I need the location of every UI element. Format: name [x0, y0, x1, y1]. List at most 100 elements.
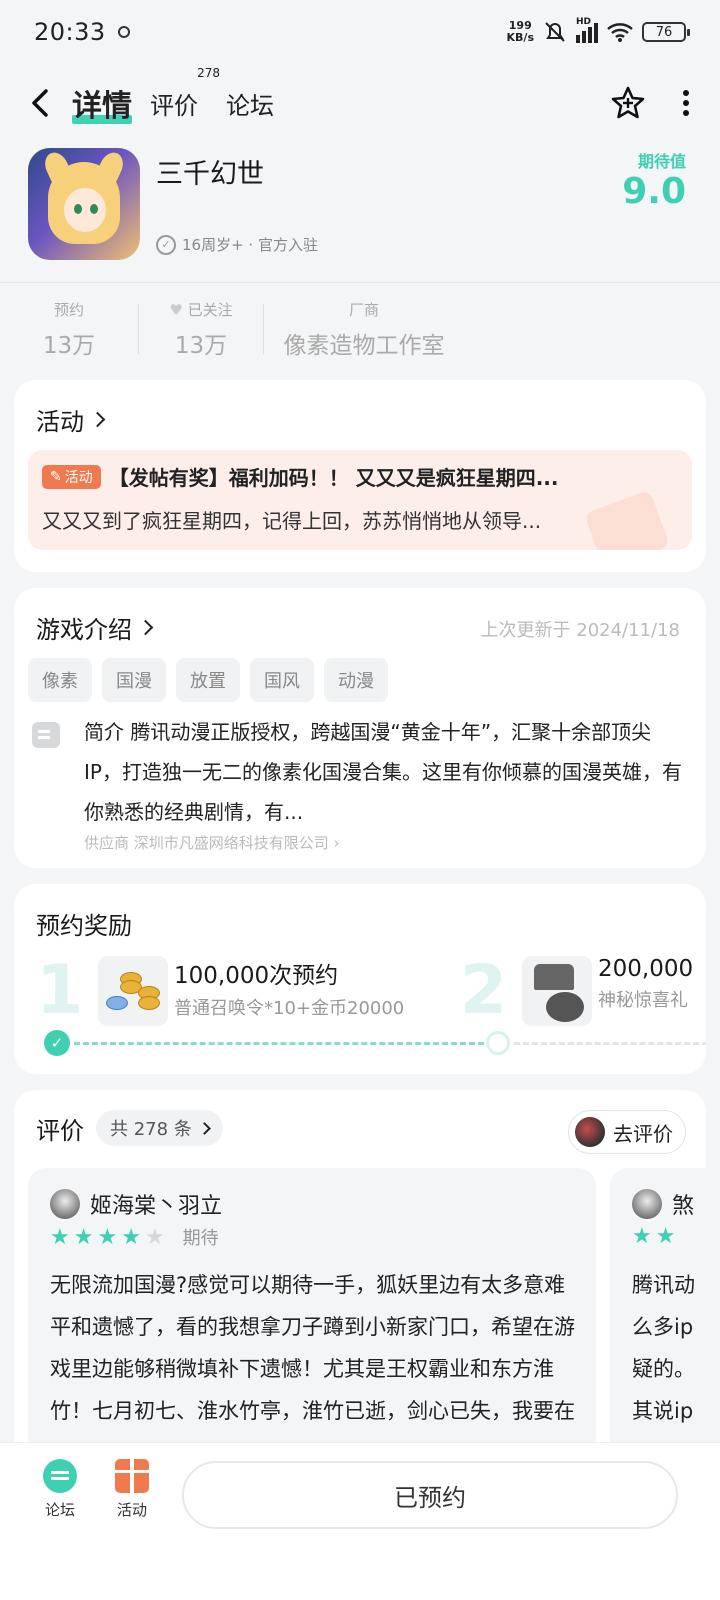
- gift-icon: [115, 1459, 149, 1493]
- checkmark-icon: ✓: [44, 1030, 70, 1056]
- star-icon: ★: [655, 1224, 676, 1249]
- reviews-count-label: 共 278 条: [110, 1119, 192, 1140]
- tag[interactable]: 动漫: [324, 658, 388, 702]
- treasure-chest-icon: [522, 956, 592, 1026]
- activity-card: 活动 ✎ 活动 【发帖有奖】福利加码！！ 又又又是疯狂星期四... 又又又到了疯狂…: [14, 380, 706, 572]
- avatar: [50, 1189, 80, 1219]
- game-title: 三千幻世: [156, 159, 264, 190]
- intro-text[interactable]: 简介 腾讯动漫正版授权，跨越国漫“黄金十年”，汇聚十余部顶尖IP，打造独一无二的…: [84, 712, 684, 832]
- reward-progress: ✓: [44, 1028, 706, 1058]
- reward-tier-2[interactable]: 2 200,000 神秘惊喜礼: [460, 956, 693, 1026]
- back-arrow-icon[interactable]: [30, 88, 50, 118]
- activity-banner[interactable]: ✎ 活动 【发帖有奖】福利加码！！ 又又又是疯狂星期四... 又又又到了疯狂星期四…: [28, 450, 692, 550]
- status-icons: 199 KB/s HD 76: [507, 17, 690, 45]
- expectation-value: 9.0: [622, 171, 686, 212]
- reward-desc: 神秘惊喜礼: [598, 990, 688, 1011]
- review-card[interactable]: 姬海棠丶羽立 ★ ★ ★ ★ ★ 期待 无限流加国漫?感觉可以期待一手，狐妖里边有太多意…: [28, 1168, 596, 1470]
- intro-title[interactable]: 游戏介绍: [36, 610, 154, 645]
- game-header: 三千幻世 ✓ 16周岁+ · 官方入驻 期待值 9.0: [0, 148, 720, 280]
- chevron-right-icon: [197, 1121, 211, 1135]
- progress-node: [486, 1031, 510, 1055]
- verified-check-icon: ✓: [156, 234, 176, 255]
- stat-followers: ♥ 已关注 13万: [139, 299, 263, 359]
- review-username: 姬海棠丶羽立: [90, 1194, 223, 1219]
- write-review-button[interactable]: 去评价: [568, 1110, 686, 1154]
- status-time: 20:33: [34, 18, 106, 46]
- write-review-label: 去评价: [613, 1121, 673, 1146]
- certification-text: 16周岁+ · 官方入驻: [182, 236, 318, 254]
- stat-developer[interactable]: 厂商 像素造物工作室: [264, 299, 464, 359]
- bottom-activity-label: 活动: [116, 1501, 147, 1519]
- star-icon: ★: [632, 1224, 652, 1249]
- wifi-icon: [607, 23, 633, 42]
- bottom-activity-button[interactable]: 活动: [102, 1459, 162, 1520]
- chevron-right-icon: [137, 619, 154, 636]
- reviews-card: 评价 共 278 条 去评价 姬海棠丶羽立 ★ ★ ★ ★ ★ 期待 无限流加国漫?感觉…: [14, 1090, 706, 1470]
- more-options-icon[interactable]: [682, 90, 690, 116]
- activity-headline: 【发帖有奖】福利加码！！ 又又又是疯狂星期四...: [108, 466, 559, 490]
- star-rating: ★ ★ ★ ★ ★ 期待: [50, 1224, 219, 1250]
- reward-number: 1: [36, 951, 84, 1030]
- signal-icon: HD: [576, 17, 598, 43]
- reward-title: 100,000次预约: [174, 963, 339, 989]
- supplier-link[interactable]: 供应商 深圳市凡盛网络科技有限公司 ›: [84, 832, 340, 853]
- star-icon: ★: [97, 1224, 118, 1250]
- star-icon: ★: [121, 1224, 141, 1250]
- star-rating: ★ ★: [632, 1224, 675, 1249]
- tab-details[interactable]: 详情: [72, 81, 132, 125]
- tab-reviews[interactable]: 评价 278: [150, 66, 220, 121]
- stats-row: 预约 13万 ♥ 已关注 13万 厂商 像素造物工作室: [0, 294, 720, 364]
- reviews-count-button[interactable]: 共 278 条: [96, 1110, 223, 1146]
- star-icon: ★: [50, 1224, 70, 1250]
- tag[interactable]: 像素: [28, 658, 92, 702]
- mute-bell-icon: [545, 22, 565, 42]
- network-speed: 199 KB/s: [507, 20, 534, 44]
- reviews-title: 评价: [36, 1116, 84, 1145]
- chevron-right-icon: [89, 411, 106, 428]
- reservation-rewards-card: 预约奖励 1 100,000次预约 普通召唤令*10+金币20000 2 200…: [14, 884, 706, 1074]
- review-text: 腾讯动么多ip疑的。其说ip真正的: [632, 1273, 695, 1465]
- tab-forum[interactable]: 论坛: [226, 86, 274, 121]
- tag[interactable]: 国风: [250, 658, 314, 702]
- activity-title[interactable]: 活动: [36, 402, 106, 437]
- reserved-button[interactable]: 已预约: [182, 1461, 678, 1529]
- activity-badge-label: 活动: [64, 469, 93, 486]
- activity-title-text: 活动: [36, 408, 84, 436]
- battery-icon: 76: [642, 22, 690, 42]
- description-icon: [32, 722, 60, 748]
- review-user: 煞: [632, 1188, 694, 1220]
- star-icon: ★: [144, 1224, 165, 1250]
- tag-list: 像素 国漫 放置 国风 动漫: [28, 658, 388, 702]
- stat-value: 13万: [42, 333, 96, 359]
- activity-badge: ✎ 活动: [42, 464, 101, 489]
- tab-reviews-label: 评价: [150, 91, 198, 120]
- review-card[interactable]: 煞 ★★ 腾讯动么多ip疑的。其说ip真正的: [610, 1168, 706, 1470]
- stat-label: 预约: [53, 301, 84, 319]
- favorite-star-icon[interactable]: [610, 85, 646, 121]
- progress-reached: [74, 1042, 484, 1045]
- game-intro-card: 游戏介绍 上次更新于 2024/11/18 像素 国漫 放置 国风 动漫 简介 …: [14, 588, 706, 868]
- network-speed-unit: KB/s: [506, 31, 534, 44]
- star-icon: ★: [73, 1224, 94, 1250]
- tag[interactable]: 放置: [176, 658, 240, 702]
- progress-remaining: [514, 1042, 706, 1045]
- reward-number: 2: [460, 951, 508, 1030]
- reward-tier-1[interactable]: 1 100,000次预约 普通召唤令*10+金币20000: [36, 956, 404, 1026]
- expectation-label: 期待值: [637, 152, 686, 171]
- stat-value: 13万: [174, 333, 228, 359]
- avatar: [575, 1117, 605, 1147]
- bottom-bar: 论坛 活动 已预约: [0, 1442, 720, 1600]
- expectation-score: 期待值 9.0: [622, 148, 686, 212]
- header-divider: [0, 282, 720, 283]
- status-bar: 20:33 199 KB/s HD 76: [0, 0, 720, 64]
- bottom-forum-button[interactable]: 论坛: [30, 1459, 90, 1520]
- signal-label: HD: [576, 17, 592, 27]
- intro-title-text: 游戏介绍: [36, 616, 132, 644]
- tag[interactable]: 国漫: [102, 658, 166, 702]
- rating-label: 期待: [182, 1228, 219, 1249]
- rewards-title: 预约奖励: [36, 912, 132, 940]
- tab-reviews-count: 278: [197, 65, 220, 80]
- stat-label: 厂商: [348, 301, 379, 319]
- bottom-forum-label: 论坛: [44, 1501, 75, 1519]
- game-app-icon: [28, 148, 140, 260]
